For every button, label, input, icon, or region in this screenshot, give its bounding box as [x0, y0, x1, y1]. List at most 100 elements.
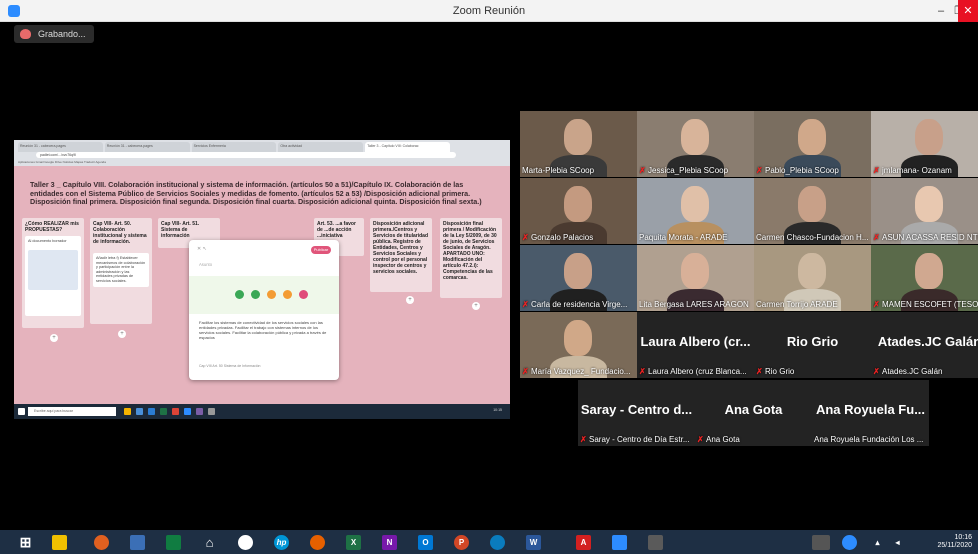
padlet-card[interactable]: Al documento borrador	[25, 236, 81, 316]
browser-address-bar[interactable]: padlet.com/.../xvc76q9l	[36, 152, 456, 158]
powerpoint-icon[interactable]: P	[454, 535, 469, 550]
publish-button[interactable]: Publicar	[311, 246, 331, 254]
padlet-board: Taller 3 _ Capítulo VIII. Colaboración i…	[14, 166, 510, 404]
participant-tile[interactable]: ✗ jmlamana- Ozanam	[871, 111, 978, 177]
participant-tile[interactable]: ✗ María Vazquez_ Fundacio...	[520, 312, 637, 378]
participant-tile[interactable]: Ana Royuela Fu... Ana Royuela Fundación L…	[812, 380, 929, 446]
firefox-icon[interactable]	[310, 535, 325, 550]
camera-app-icon[interactable]	[238, 535, 253, 550]
edge-icon[interactable]	[490, 535, 505, 550]
participant-tile[interactable]: Ana Gota ✗ Ana Gota	[695, 380, 812, 446]
network-icon[interactable]: ▴	[870, 535, 885, 550]
participant-tile[interactable]: ✗ Pablo_Plebia SCoop	[754, 111, 871, 177]
bookmarks-bar[interactable]: Aplicaciones Gmail Google Drive Noticias…	[18, 159, 506, 165]
subject-field[interactable]: Asunto	[199, 262, 212, 267]
upload-icon[interactable]	[235, 290, 244, 299]
column-header: Disposición adicional primera./Centros y…	[373, 221, 429, 275]
acrobat-icon[interactable]: A	[576, 535, 591, 550]
app-icon[interactable]	[130, 535, 145, 550]
padlet-column: ¿Cómo REALIZAR mis PROPUESTAS? Al docume…	[22, 218, 84, 328]
participant-display-name: Laura Albero (cr...	[640, 334, 751, 349]
volume-icon[interactable]: ◂	[890, 535, 905, 550]
browser-tab[interactable]: Otra actividad	[278, 142, 364, 152]
search-image-icon[interactable]	[267, 290, 276, 299]
close-button[interactable]: ✕	[958, 0, 978, 22]
column-header: Cap VIII- Art. 51. Sistema de informació…	[161, 221, 200, 239]
participant-display-name: Rio Grio	[786, 334, 839, 349]
recording-label: Grabando...	[38, 29, 86, 39]
post-section-selector[interactable]: Cap VIII Art. 50 Sistema de Información	[199, 364, 260, 368]
illustration-image	[28, 249, 78, 290]
muted-mic-icon: ✗	[873, 166, 880, 175]
browser-tab[interactable]: Servicios Enfermeria	[191, 142, 277, 152]
windows-start-icon[interactable]: ⊞	[18, 535, 33, 550]
excel-icon[interactable]: X	[346, 535, 361, 550]
participant-tile[interactable]: ✗ASUN ACASSA RESID NTR...	[871, 178, 978, 244]
participant-tile[interactable]: Carmen Chasco-Fundacion H...	[754, 178, 871, 244]
participant-video-face	[915, 186, 943, 222]
participant-video-face	[681, 253, 709, 289]
paint-icon[interactable]	[648, 535, 663, 550]
zoom-tray-icon[interactable]	[842, 535, 857, 550]
participant-display-name: Atades.JC Galán	[877, 334, 978, 349]
participant-tile[interactable]: Atades.JC Galán ✗ Atades.JC Galán	[871, 312, 978, 378]
browser-tab-active[interactable]: Taller 3 - Capitulo VIII: Colaborac	[365, 142, 450, 152]
participant-tile[interactable]: Lita Bergasa LARES ARAGON	[637, 245, 754, 311]
muted-mic-icon: ✗	[580, 435, 587, 444]
participant-name-label: ✗ Atades.JC Galán	[873, 366, 978, 377]
post-body-text[interactable]: Facilitar los sistemas de conectividad d…	[199, 320, 333, 340]
participant-tile[interactable]: Rio Grio ✗ Rio Grio	[754, 312, 871, 378]
participant-name: MAMEN ESCOFET (TESO...	[882, 300, 978, 309]
muted-mic-icon: ✗	[639, 367, 646, 376]
participant-video-face	[564, 119, 592, 155]
dialog-close-icon[interactable]: ✕ ↖	[197, 246, 207, 252]
participant-name-label: Lita Bergasa LARES ARAGON	[639, 299, 752, 310]
browser-tab[interactable]: Reunión 31 - cabecera.pages	[104, 142, 190, 152]
muted-mic-icon: ✗	[697, 435, 704, 444]
browser-tab[interactable]: Reunión 31 - cabecera.pages	[18, 142, 103, 152]
padlet-card[interactable]: Añadir letra f) Establecer mecanismos de…	[93, 253, 149, 287]
onenote-icon[interactable]: N	[382, 535, 397, 550]
participant-name: Ana Gota	[706, 435, 740, 444]
system-clock[interactable]: 10:16 25/11/2020	[937, 534, 972, 550]
camera-icon[interactable]	[283, 290, 292, 299]
participant-tile[interactable]: ✗ Jessica_Plebia SCoop	[637, 111, 754, 177]
participant-name: Lita Bergasa LARES ARAGON	[639, 300, 749, 309]
participant-tile[interactable]: Paquita Morata - ARADE	[637, 178, 754, 244]
file-explorer-icon[interactable]	[52, 535, 67, 550]
firefox-icon[interactable]	[94, 535, 109, 550]
calendar-icon[interactable]	[166, 535, 181, 550]
add-post-icon[interactable]: +	[118, 330, 126, 338]
participant-tile[interactable]: ✗ Gonzalo Palacios	[520, 178, 637, 244]
add-post-icon[interactable]: +	[472, 302, 480, 310]
participant-name-label: ✗ MAMEN ESCOFET (TESO...	[873, 299, 978, 310]
add-post-icon[interactable]: +	[406, 296, 414, 304]
recording-indicator[interactable]: Grabando...	[14, 25, 94, 43]
home-icon[interactable]: ⌂	[202, 535, 217, 550]
participant-tile[interactable]: Laura Albero (cr... ✗ Laura Albero (cruz B…	[637, 312, 754, 378]
zoom-taskbar-icon[interactable]	[612, 535, 627, 550]
window-title: Zoom Reunión	[452, 5, 526, 17]
column-header: Art. 53. ...a favor de ...de acción ...i…	[317, 221, 356, 239]
participant-tile[interactable]: Saray - Centro d... ✗ Saray - Centro de Dí…	[578, 380, 695, 446]
link-icon[interactable]	[251, 290, 260, 299]
outlook-icon[interactable]: O	[418, 535, 433, 550]
participant-name: Marta-Plebia SCoop	[522, 166, 595, 175]
participant-tile[interactable]: Carmen Torrijo ARADE	[754, 245, 871, 311]
shared-search-box: Escribe aquí para buscar	[28, 407, 116, 416]
add-post-icon[interactable]: +	[50, 334, 58, 342]
browser-chrome: Reunión 31 - cabecera.pages Reunión 31 -…	[14, 140, 510, 166]
padlet-title: Taller 3 _ Capítulo VIII. Colaboración i…	[30, 180, 482, 206]
word-icon[interactable]: W	[526, 535, 541, 550]
more-options-icon[interactable]	[299, 290, 308, 299]
padlet-column: Disposición adicional primera./Centros y…	[370, 218, 432, 292]
participant-tile[interactable]: ✗ MAMEN ESCOFET (TESO...	[871, 245, 978, 311]
shared-screen: Reunión 31 - cabecera.pages Reunión 31 -…	[14, 140, 510, 419]
participant-tile[interactable]: ✗ Carla de residencia Virge...	[520, 245, 637, 311]
participant-name: Pablo_Plebia SCoop	[765, 166, 839, 175]
card-text: Añadir letra f) Establecer mecanismos de…	[96, 256, 146, 283]
keyboard-icon[interactable]	[812, 535, 830, 550]
participant-tile[interactable]: Marta-Plebia SCoop	[520, 111, 637, 177]
hp-icon[interactable]: hp	[274, 535, 289, 550]
padlet-column: Cap VIII- Art. 50. Colaboración instituc…	[90, 218, 152, 324]
